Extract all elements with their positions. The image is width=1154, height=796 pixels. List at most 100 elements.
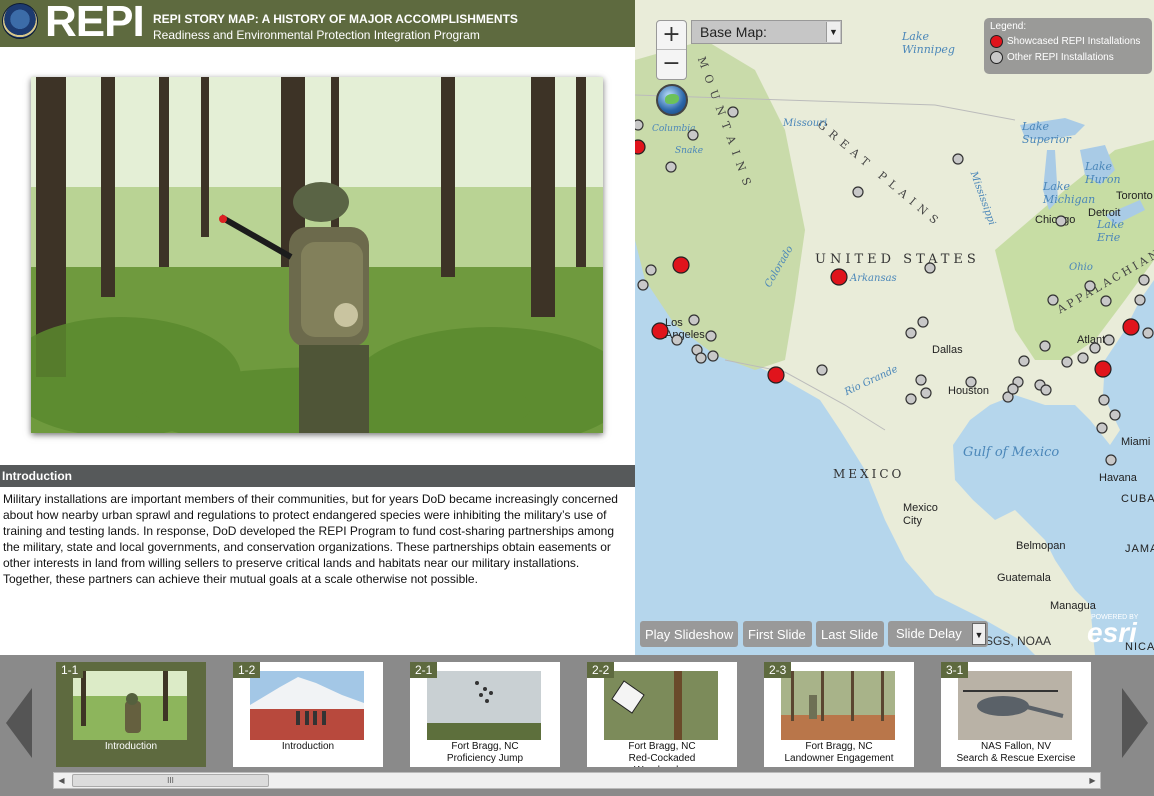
legend-gray-dot-icon xyxy=(990,51,1003,64)
slide-delay-dropdown[interactable]: Slide Delay ▼ xyxy=(888,621,988,647)
thumb-image-helicopter xyxy=(958,671,1072,740)
carousel-scrollbar[interactable]: ◀ III ▶ xyxy=(53,772,1101,789)
installation-marker-other[interactable] xyxy=(707,350,719,362)
basemap-dropdown[interactable]: Base Map: ▼ xyxy=(691,20,842,44)
slide-number: 1-1 xyxy=(56,662,84,678)
installation-marker-other[interactable] xyxy=(905,327,917,339)
installation-marker-other[interactable] xyxy=(1103,334,1115,346)
slide-delay-label: Slide Delay xyxy=(896,626,962,641)
installation-marker-other[interactable] xyxy=(1047,294,1059,306)
installation-marker-other[interactable] xyxy=(1100,295,1112,307)
installation-marker-showcased[interactable] xyxy=(651,322,669,340)
brand-logo: REPI xyxy=(45,0,145,46)
installation-marker-other[interactable] xyxy=(705,330,717,342)
scroll-left-arrow-icon[interactable]: ◀ xyxy=(54,773,69,788)
slide-caption: Fort Bragg, NC Proficiency Jump xyxy=(446,741,524,764)
installation-marker-showcased[interactable] xyxy=(830,268,848,286)
slide-carousel: 1-1 Introduction 1-2 Introduction 2-1 Fo… xyxy=(0,655,1154,796)
installation-marker-other[interactable] xyxy=(924,262,936,274)
thumb-image-mountain-field xyxy=(250,671,364,740)
installation-marker-showcased[interactable] xyxy=(672,256,690,274)
story-map-app: REPI REPI STORY MAP: A HISTORY OF MAJOR … xyxy=(0,0,1154,796)
scrollbar-grip[interactable]: III xyxy=(72,774,269,787)
installation-marker-other[interactable] xyxy=(645,264,657,276)
scroll-right-arrow-icon[interactable]: ▶ xyxy=(1085,773,1100,788)
slide-number: 2-3 xyxy=(764,662,792,678)
installation-marker-other[interactable] xyxy=(727,106,739,118)
installation-marker-other[interactable] xyxy=(1007,383,1019,395)
installation-marker-other[interactable] xyxy=(1084,280,1096,292)
installation-marker-showcased[interactable] xyxy=(635,139,646,155)
legend-item-showcased: Showcased REPI Installations xyxy=(990,35,1146,48)
slide-thumb-2-3[interactable]: 2-3 Fort Bragg, NC Landowner Engagement xyxy=(764,662,914,767)
installation-marker-other[interactable] xyxy=(1105,454,1117,466)
installation-marker-other[interactable] xyxy=(695,352,707,364)
slide-thumb-1-1[interactable]: 1-1 Introduction xyxy=(56,662,206,767)
soldier-forest-image xyxy=(31,77,603,433)
home-extent-globe-icon[interactable] xyxy=(656,84,688,116)
esri-logo: POWERED BY esri xyxy=(1087,614,1149,648)
installation-marker-showcased[interactable] xyxy=(1122,318,1140,336)
installation-marker-other[interactable] xyxy=(1138,274,1150,286)
installation-marker-other[interactable] xyxy=(688,314,700,326)
slide-thumb-2-2[interactable]: 2-2 Fort Bragg, NC Red-Cockaded Woodpeck… xyxy=(587,662,737,767)
carousel-next-arrow-icon[interactable] xyxy=(1122,688,1148,758)
installation-marker-other[interactable] xyxy=(1040,384,1052,396)
installation-marker-other[interactable] xyxy=(1055,215,1067,227)
installation-marker-other[interactable] xyxy=(1109,409,1121,421)
installation-marker-other[interactable] xyxy=(1134,294,1146,306)
installation-marker-other[interactable] xyxy=(915,374,927,386)
installation-marker-other[interactable] xyxy=(1096,422,1108,434)
installation-marker-other[interactable] xyxy=(1098,394,1110,406)
intro-body-text: Military installations are important mem… xyxy=(3,492,618,586)
map-view[interactable]: UNITED STATES GREAT PLAINS M O U N T A I… xyxy=(635,0,1154,655)
installation-marker-other[interactable] xyxy=(671,334,683,346)
installation-marker-other[interactable] xyxy=(1077,352,1089,364)
legend-item-other: Other REPI Installations xyxy=(990,51,1146,64)
chevron-down-icon: ▼ xyxy=(826,22,840,42)
play-slideshow-button[interactable]: Play Slideshow xyxy=(640,621,738,647)
installation-marker-other[interactable] xyxy=(917,316,929,328)
installation-marker-showcased[interactable] xyxy=(767,366,785,384)
chevron-down-icon: ▼ xyxy=(972,623,986,645)
slide-number: 2-2 xyxy=(587,662,615,678)
installation-marker-other[interactable] xyxy=(1018,355,1030,367)
installation-marker-other[interactable] xyxy=(1089,342,1101,354)
slide-photo xyxy=(31,77,603,433)
zoom-out-button[interactable]: − xyxy=(657,50,686,79)
installation-marker-other[interactable] xyxy=(665,161,677,173)
slide-caption: NAS Fallon, NV Search & Rescue Exercise xyxy=(956,741,1076,764)
thumb-image-landowner xyxy=(781,671,895,740)
installation-marker-other[interactable] xyxy=(687,129,699,141)
map-attribution: SGS, NOAA xyxy=(985,634,1052,648)
thumb-image-parachute-jump xyxy=(427,671,541,740)
esri-wordmark: esri xyxy=(1087,617,1137,648)
slide-caption: Fort Bragg, NC Landowner Engagement xyxy=(784,741,894,764)
installation-marker-other[interactable] xyxy=(816,364,828,376)
last-slide-button[interactable]: Last Slide xyxy=(816,621,884,647)
page-subtitle: Readiness and Environmental Protection I… xyxy=(153,28,480,42)
slide-thumb-1-2[interactable]: 1-2 Introduction xyxy=(233,662,383,767)
slide-number: 3-1 xyxy=(941,662,969,678)
zoom-in-button[interactable]: + xyxy=(657,21,686,50)
installation-marker-other[interactable] xyxy=(920,387,932,399)
thumb-image-woodpecker-sign xyxy=(604,671,718,740)
carousel-prev-arrow-icon[interactable] xyxy=(6,688,32,758)
first-slide-button[interactable]: First Slide xyxy=(743,621,812,647)
installation-marker-other[interactable] xyxy=(1061,356,1073,368)
slide-caption: Introduction xyxy=(104,741,158,752)
installation-marker-showcased[interactable] xyxy=(1094,360,1112,378)
installation-marker-other[interactable] xyxy=(635,119,644,131)
installation-marker-other[interactable] xyxy=(1142,327,1154,339)
legend-title: Legend: xyxy=(990,21,1027,32)
installation-marker-other[interactable] xyxy=(637,279,649,291)
slide-caption: Introduction xyxy=(281,741,335,752)
slide-number: 2-1 xyxy=(410,662,438,678)
installation-marker-other[interactable] xyxy=(852,186,864,198)
slide-thumb-2-1[interactable]: 2-1 Fort Bragg, NC Proficiency Jump xyxy=(410,662,560,767)
slide-thumb-3-1[interactable]: 3-1 NAS Fallon, NV Search & Rescue Exerc… xyxy=(941,662,1091,767)
installation-marker-other[interactable] xyxy=(1039,340,1051,352)
installation-marker-other[interactable] xyxy=(905,393,917,405)
installation-marker-other[interactable] xyxy=(952,153,964,165)
installation-marker-other[interactable] xyxy=(965,376,977,388)
